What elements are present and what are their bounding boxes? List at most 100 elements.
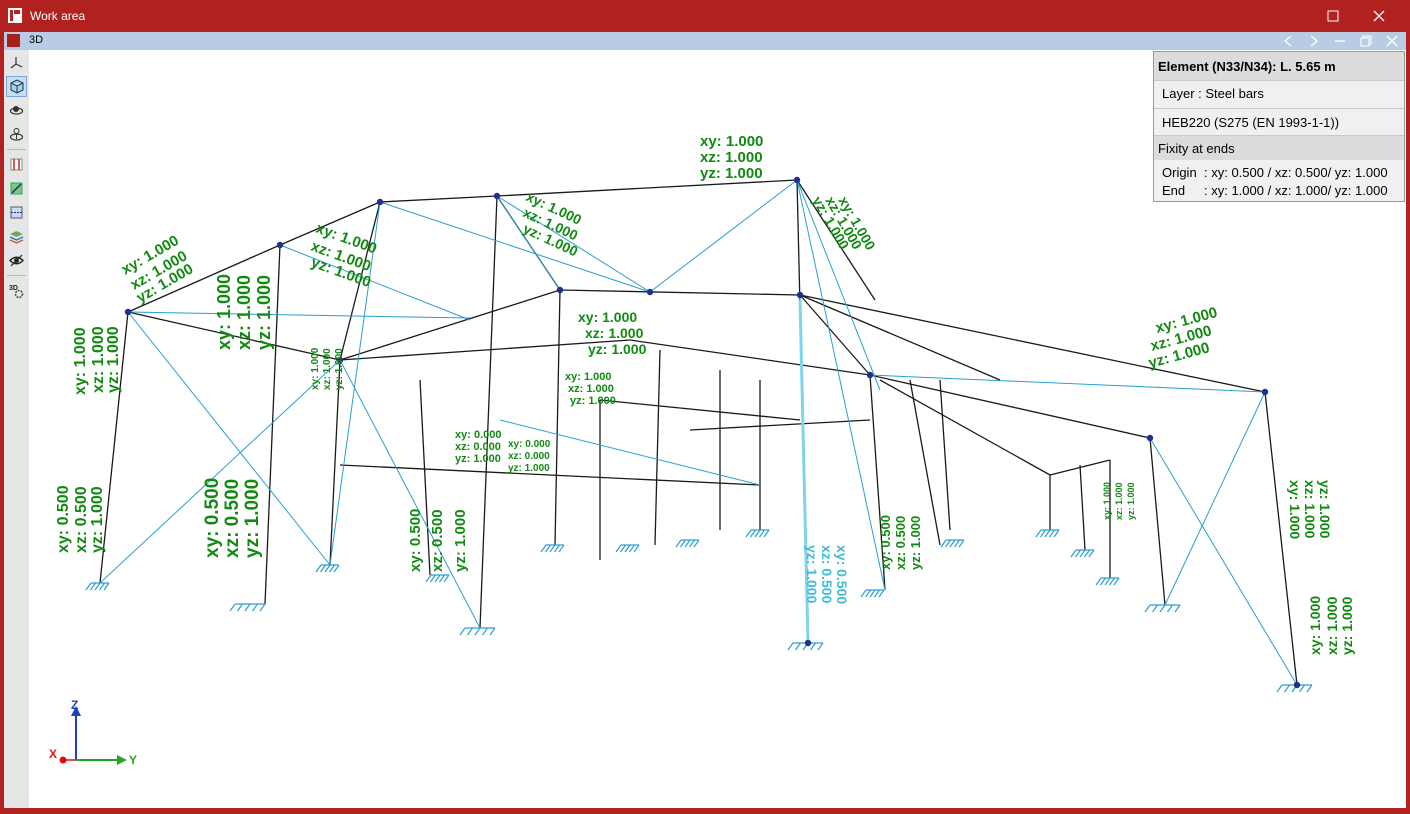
fixity-label: yz: 1.000 (242, 479, 263, 558)
node[interactable] (793, 176, 801, 184)
node[interactable] (646, 288, 654, 296)
bracing-member[interactable] (127, 311, 471, 319)
layer-row: Layer : Steel bars (1154, 80, 1404, 106)
bracing-member[interactable] (1149, 437, 1298, 686)
fixity-label: xz: 1.000 (1114, 482, 1124, 520)
fixed-support[interactable] (85, 582, 110, 591)
fixity-label: xy: 1.000 (310, 347, 321, 390)
fixity-label: xy: 1.000 (1307, 596, 1323, 655)
structural-member[interactable] (629, 339, 871, 376)
bracing-member[interactable] (869, 374, 1266, 393)
view-icon (7, 34, 20, 47)
structural-member[interactable] (939, 379, 951, 531)
fixed-support[interactable] (425, 574, 450, 583)
view-close-button[interactable] (1380, 32, 1404, 50)
fixity-label: yz: 1.000 (105, 326, 122, 393)
node[interactable] (376, 198, 384, 206)
structural-member[interactable] (654, 349, 661, 546)
fixed-support[interactable] (1035, 529, 1060, 538)
node[interactable] (796, 291, 804, 299)
origin-key: Origin (1162, 165, 1197, 180)
structural-member[interactable] (689, 419, 871, 431)
fixity-label: xy: 1.000 (578, 309, 637, 325)
fixity-end: End: xy: 1.000 / xz: 1.000/ yz: 1.000 (1162, 183, 1388, 198)
fixity-label: xy: 1.000 (565, 371, 611, 383)
fixity-label: xz: 0.500 (73, 486, 90, 553)
plane-view-tool-button[interactable] (6, 178, 27, 199)
fixed-support[interactable] (940, 539, 965, 548)
bracing-member[interactable] (339, 359, 481, 629)
fixity-label: xz: 0.500 (819, 545, 835, 604)
bracing-member[interactable] (649, 179, 798, 293)
node[interactable] (804, 639, 812, 647)
fixed-support[interactable] (675, 539, 700, 548)
node[interactable] (493, 192, 501, 200)
layers-tool-button[interactable] (6, 226, 27, 247)
fixed-support[interactable] (1144, 604, 1181, 613)
work-area-window: Work area 3D 3D xy: 1.000 xz: 1.000 yz: … (0, 0, 1410, 814)
structural-member[interactable] (339, 289, 561, 361)
structural-member[interactable] (869, 374, 1151, 439)
column-view-tool-button[interactable] (6, 154, 27, 175)
structural-member[interactable] (599, 399, 801, 421)
view-tab-label[interactable]: 3D (29, 34, 43, 46)
next-view-button[interactable] (1302, 32, 1326, 50)
axis-triad: Z X Y (49, 700, 137, 767)
structural-member[interactable] (339, 464, 761, 486)
structural-member[interactable] (879, 379, 1051, 476)
fixity-label: yz: 1.000 (508, 463, 550, 474)
fixed-support[interactable] (1070, 549, 1095, 558)
prev-view-button[interactable] (1276, 32, 1300, 50)
element-title: Element (N33/N34): L. 5.65 m (1154, 52, 1404, 80)
structural-member[interactable] (1079, 464, 1086, 551)
structural-member[interactable] (554, 289, 561, 546)
fixity-origin: Origin: xy: 0.500 / xz: 0.500/ yz: 1.000 (1162, 165, 1388, 180)
fixity-label: yz: 1.000 (804, 545, 820, 604)
fixed-support[interactable] (540, 544, 565, 553)
node[interactable] (866, 371, 874, 379)
fixity-label: yz: 1.000 (1126, 482, 1136, 520)
node[interactable] (556, 286, 564, 294)
structural-member[interactable] (1149, 437, 1166, 606)
fixity-label: xz: 1.000 (1302, 480, 1318, 539)
pan-tool-button[interactable] (6, 124, 27, 145)
structural-member[interactable] (339, 339, 631, 361)
axes-tool-button[interactable] (6, 52, 27, 73)
structural-member[interactable] (559, 289, 801, 296)
close-button[interactable] (1356, 0, 1402, 32)
node[interactable] (1261, 388, 1269, 396)
fixed-support[interactable] (315, 564, 340, 573)
structural-member[interactable] (379, 195, 498, 203)
window-view-tool-button[interactable] (6, 202, 27, 223)
fixed-support[interactable] (459, 627, 496, 636)
structural-member[interactable] (479, 195, 498, 629)
fixed-support[interactable] (860, 589, 885, 598)
fixed-support[interactable] (229, 603, 266, 612)
node[interactable] (276, 241, 284, 249)
structural-member[interactable] (799, 294, 1001, 381)
cube-view-tool-button[interactable] (6, 76, 27, 97)
title-bar[interactable]: Work area (0, 0, 1410, 32)
fixed-support[interactable] (1095, 577, 1120, 586)
view-minimize-button[interactable] (1328, 32, 1352, 50)
node[interactable] (1146, 434, 1154, 442)
visibility-tool-button[interactable] (6, 250, 27, 271)
3d-settings-tool-button[interactable]: 3D (6, 280, 27, 301)
node[interactable] (124, 308, 132, 316)
fixed-support[interactable] (615, 544, 640, 553)
view-restore-button[interactable] (1354, 32, 1378, 50)
fixity-label: xy: 0.500 (202, 478, 223, 558)
fixity-label: yz: 1.000 (334, 348, 345, 390)
node[interactable] (1293, 681, 1301, 689)
bracing-member[interactable] (1164, 391, 1266, 606)
fixed-support[interactable] (745, 529, 770, 538)
maximize-icon (1327, 10, 1339, 22)
fixity-label: yz: 1.000 (254, 275, 274, 350)
fixity-label: xy: 0.000 (508, 439, 551, 450)
orbit-tool-button[interactable] (6, 100, 27, 121)
fixity-label: xz: 0.000 (508, 451, 550, 462)
fixity-label: xz: 0.000 (455, 441, 501, 453)
bracing-member[interactable] (279, 244, 471, 321)
bracing-member[interactable] (379, 201, 651, 293)
maximize-button[interactable] (1310, 0, 1356, 32)
